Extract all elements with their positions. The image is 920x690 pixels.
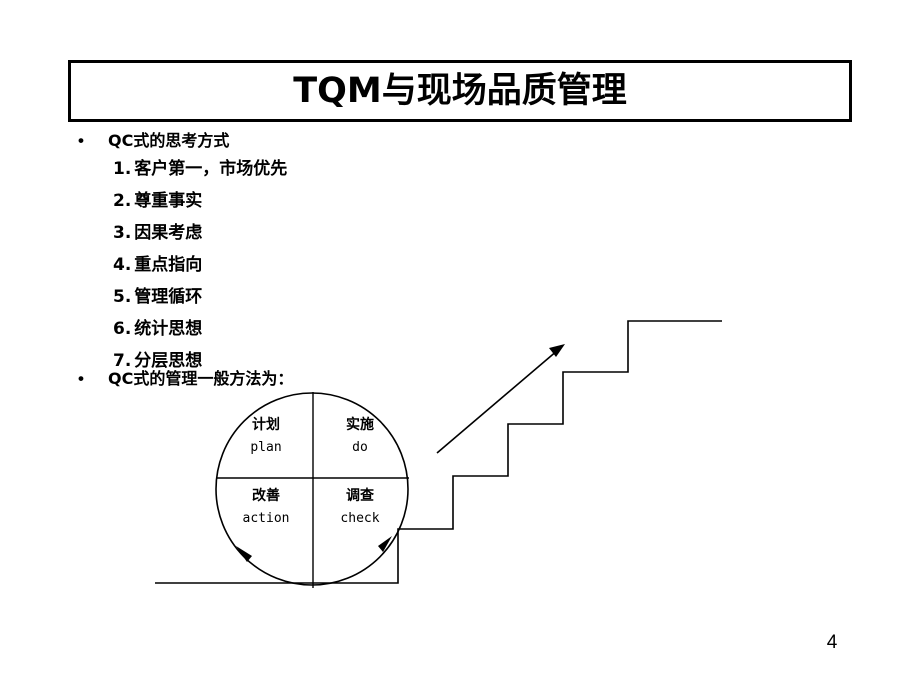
- list-item-7-text: 分层思想: [134, 351, 203, 371]
- bullet-marker-icon: •: [78, 369, 84, 388]
- slide-canvas: TQM与现场品质管理 • QC式的思考方式 1. 客户第一，市场优先 2. 尊重事实…: [0, 0, 920, 690]
- bullet-item-1: • QC式的管理一般方法为：: [78, 370, 293, 387]
- pdca-quadrant-check-en: check: [340, 511, 380, 526]
- pdca-quadrant-action-en: action: [242, 511, 290, 526]
- bullet-item-0: • QC式的思考方式: [78, 132, 229, 149]
- pdca-quadrant-plan-en: plan: [250, 440, 282, 455]
- list-item-5-index: 5.: [113, 287, 132, 307]
- list-item-3: 3. 因果考虑: [113, 225, 202, 242]
- bullet-item-0-label: QC式的思考方式: [108, 131, 230, 150]
- list-item-6: 6. 统计思想: [113, 321, 202, 338]
- list-item-1-index: 1.: [113, 159, 132, 179]
- list-item-4-text: 重点指向: [134, 255, 203, 275]
- list-item-5: 5. 管理循环: [113, 289, 202, 306]
- list-item-1-text: 客户第一，市场优先: [134, 159, 288, 179]
- page-title: TQM与现场品质管理: [293, 70, 627, 111]
- growth-arrow-icon: [436, 344, 565, 454]
- bullet-item-1-label: QC式的管理一般方法为：: [108, 369, 294, 388]
- pdca-quadrant-plan: 计划 plan: [228, 418, 304, 454]
- pdca-quadrant-do-cn: 实施: [346, 417, 374, 433]
- list-item-6-index: 6.: [113, 319, 132, 339]
- list-item-5-text: 管理循环: [134, 287, 203, 307]
- bullet-marker-icon: •: [78, 131, 84, 150]
- pdca-quadrant-check-cn: 调查: [346, 488, 374, 504]
- pdca-quadrant-do: 实施 do: [322, 418, 398, 454]
- list-item-6-text: 统计思想: [134, 319, 203, 339]
- pdca-rotation-arrow-right-icon: [378, 536, 392, 552]
- title-box: TQM与现场品质管理: [68, 60, 852, 122]
- pdca-quadrant-plan-cn: 计划: [252, 417, 280, 433]
- pdca-quadrant-check: 调查 check: [322, 489, 398, 525]
- list-item-1: 1. 客户第一，市场优先: [113, 161, 287, 178]
- list-item-3-index: 3.: [113, 223, 132, 243]
- page-number: 4: [826, 632, 838, 653]
- list-item-7: 7. 分层思想: [113, 353, 202, 370]
- list-item-3-text: 因果考虑: [134, 223, 203, 243]
- list-item-4: 4. 重点指向: [113, 257, 202, 274]
- pdca-rotation-arrow-left-icon: [236, 546, 252, 562]
- pdca-quadrant-action-cn: 改善: [252, 488, 280, 504]
- pdca-quadrant-action: 改善 action: [228, 489, 304, 525]
- list-item-2-index: 2.: [113, 191, 132, 211]
- list-item-7-index: 7.: [113, 351, 132, 371]
- list-item-4-index: 4.: [113, 255, 132, 275]
- pdca-quadrant-do-en: do: [352, 440, 368, 455]
- list-item-2: 2. 尊重事实: [113, 193, 202, 210]
- list-item-2-text: 尊重事实: [134, 191, 203, 211]
